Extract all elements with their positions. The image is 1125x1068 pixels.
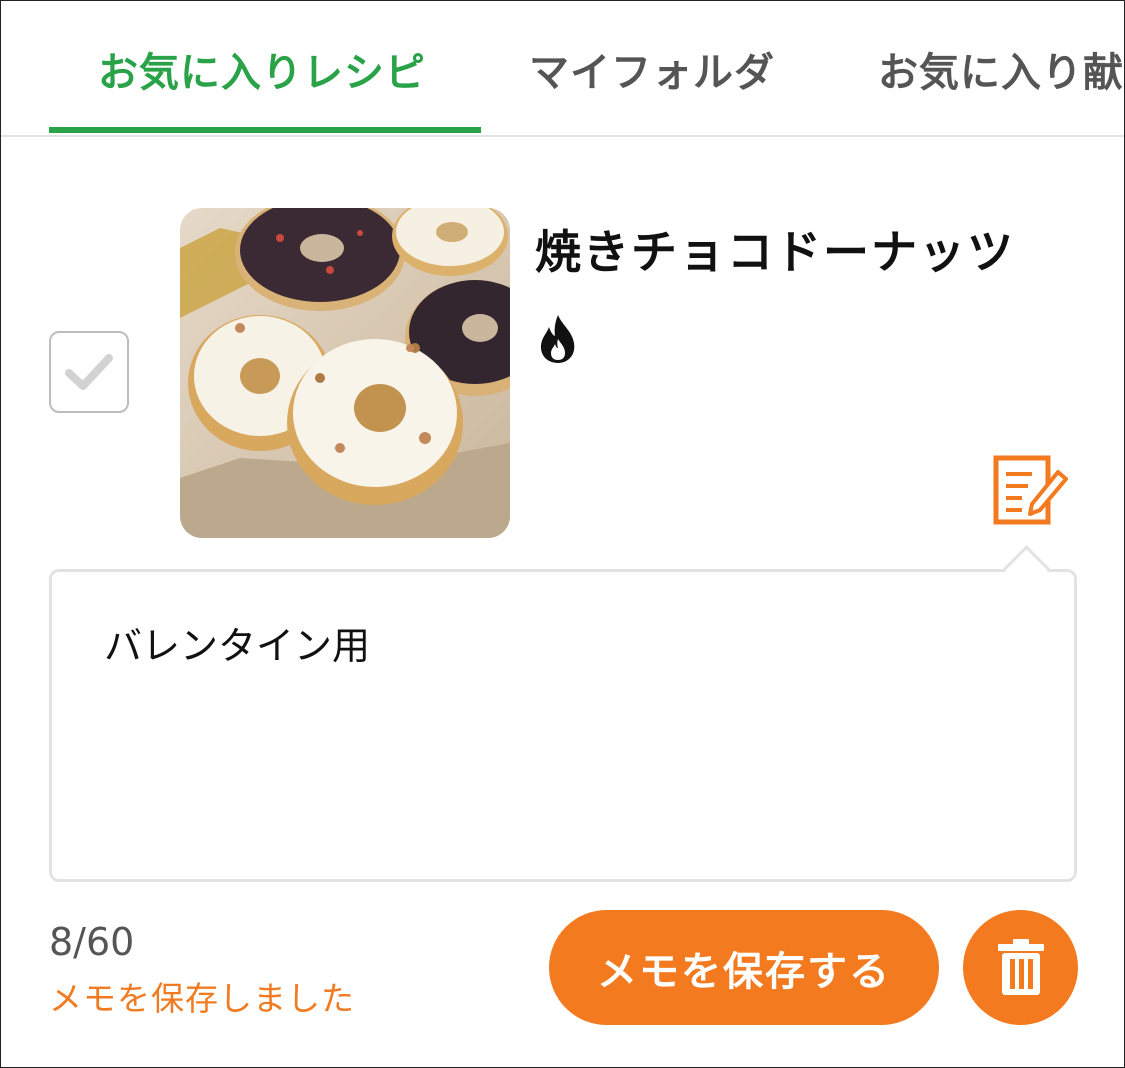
checkmark-icon: [65, 354, 113, 390]
tab-favorite-menus[interactable]: お気に入り献: [878, 1, 1124, 133]
recipe-thumbnail[interactable]: [180, 208, 510, 538]
tab-favorite-recipes[interactable]: お気に入りレシピ: [98, 1, 426, 133]
delete-button[interactable]: [963, 910, 1078, 1025]
recipe-select-checkbox[interactable]: [49, 331, 129, 413]
memo-saved-status: メモを保存しました: [49, 979, 355, 1018]
tab-bar: お気に入りレシピ マイフォルダ お気に入り献: [1, 1, 1124, 137]
active-tab-indicator: [49, 127, 481, 133]
fire-icon: [540, 315, 575, 363]
memo-box: バレンタイン用: [49, 569, 1077, 882]
memo-char-counter: 8/60: [49, 920, 135, 964]
memo-edit-icon[interactable]: [992, 452, 1070, 528]
save-memo-button[interactable]: メモを保存する: [549, 910, 939, 1025]
app-frame: [0, 0, 1125, 1068]
recipe-title[interactable]: 焼きチョコドーナッツ: [535, 216, 1015, 282]
memo-input[interactable]: バレンタイン用: [104, 615, 1024, 845]
tab-my-folder[interactable]: マイフォルダ: [529, 1, 775, 133]
trash-icon: [998, 939, 1044, 995]
